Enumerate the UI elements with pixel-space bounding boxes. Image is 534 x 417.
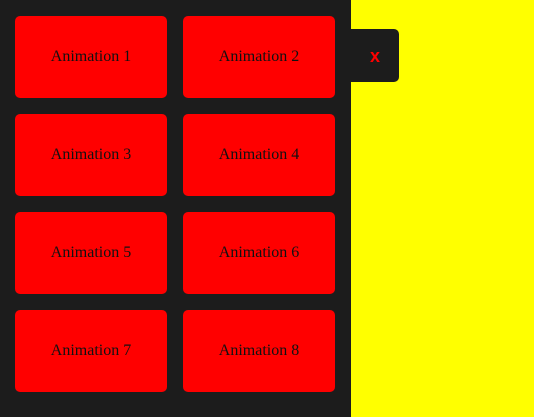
animation-6-button[interactable]: Animation 6 bbox=[183, 212, 335, 294]
side-panel: Animation 1 Animation 2 Animation 3 Anim… bbox=[0, 0, 351, 417]
animation-8-button[interactable]: Animation 8 bbox=[183, 310, 335, 392]
animation-2-button[interactable]: Animation 2 bbox=[183, 16, 335, 98]
animation-grid: Animation 1 Animation 2 Animation 3 Anim… bbox=[15, 16, 335, 392]
animation-3-button[interactable]: Animation 3 bbox=[15, 114, 167, 196]
animation-5-button[interactable]: Animation 5 bbox=[15, 212, 167, 294]
animation-7-button[interactable]: Animation 7 bbox=[15, 310, 167, 392]
close-icon: x bbox=[369, 45, 380, 66]
animation-1-button[interactable]: Animation 1 bbox=[15, 16, 167, 98]
animation-4-button[interactable]: Animation 4 bbox=[183, 114, 335, 196]
close-panel-button[interactable]: x bbox=[351, 29, 399, 82]
